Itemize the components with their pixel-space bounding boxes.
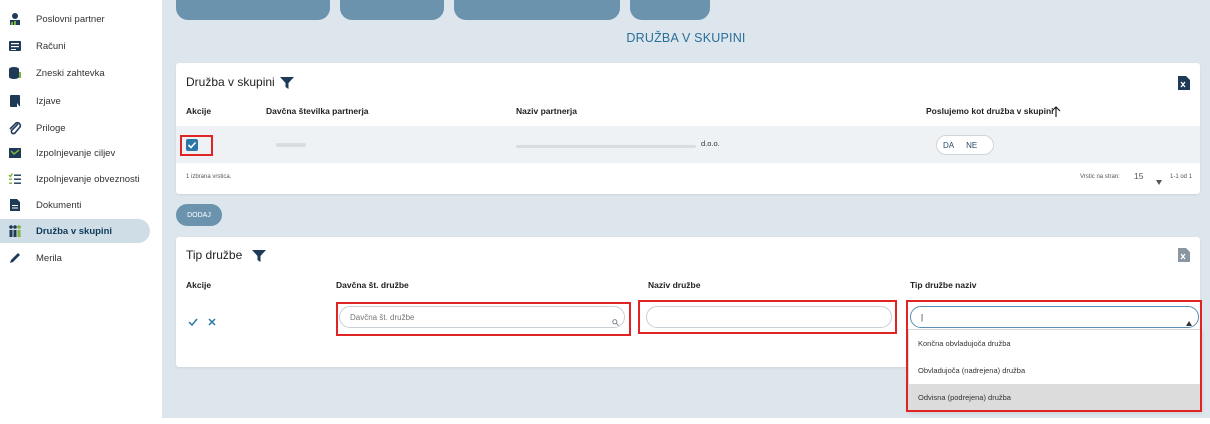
confirm-check-icon[interactable]	[188, 313, 198, 327]
highlight-box	[336, 302, 631, 336]
group-flag-toggle[interactable]: DA NE	[936, 135, 994, 155]
people-group-icon	[8, 224, 22, 238]
column-header-actions: Akcije	[186, 280, 212, 290]
sort-arrow-up-icon[interactable]	[1051, 105, 1061, 117]
file-icon	[8, 198, 22, 212]
sidebar-item-dokumenti[interactable]: Dokumenti	[0, 193, 150, 217]
partner-name-suffix: d.o.o.	[701, 139, 720, 148]
rows-per-page-label: Vrstic na stran:	[1080, 174, 1120, 180]
sidebar-item-label: Izjave	[36, 95, 61, 107]
sidebar-item-izpolnjevanje-obveznosti[interactable]: Izpolnjevanje obveznosti	[0, 167, 150, 191]
sidebar-item-label: Dokumenti	[36, 199, 82, 211]
highlight-box	[180, 135, 213, 156]
sidebar-item-zneski-zahtevka[interactable]: Zneski zahtevka	[0, 61, 150, 85]
column-header-actions: Akcije	[186, 106, 212, 116]
rows-per-page-select[interactable]: 15	[1134, 171, 1143, 181]
highlight-box	[906, 300, 1202, 412]
column-header-company-name[interactable]: Naziv družbe	[648, 280, 700, 290]
filter-icon[interactable]	[252, 249, 266, 262]
sidebar-item-druzba-v-skupini[interactable]: Družba v skupini	[0, 219, 150, 243]
document-icon	[8, 94, 22, 108]
column-header-tax-number[interactable]: Davčna št. družbe	[336, 280, 409, 290]
sidebar-item-label: Izpolnjevanje obveznosti	[36, 173, 140, 185]
chevron-down-icon[interactable]	[1156, 172, 1162, 185]
card-title: Tip družbe	[186, 248, 243, 262]
group-card: Družba v skupini Akcije Davčna številka …	[176, 63, 1200, 194]
column-header-partner-name[interactable]: Naziv partnerja	[516, 106, 577, 116]
column-header-type-name[interactable]: Tip družbe naziv	[910, 280, 976, 290]
list-icon	[8, 39, 22, 53]
highlight-box	[638, 300, 897, 334]
add-button[interactable]: DODAJ	[176, 204, 222, 226]
redacted-partner-name	[516, 145, 696, 148]
target-icon	[8, 146, 22, 160]
sidebar-item-merila[interactable]: Merila	[0, 246, 150, 270]
filter-icon[interactable]	[280, 76, 294, 89]
top-tab-button[interactable]	[454, 0, 620, 20]
top-tab-button[interactable]	[176, 0, 330, 20]
sidebar-item-label: Zneski zahtevka	[36, 67, 105, 79]
column-header-group-flag[interactable]: Poslujemo kot družba v skupini	[926, 106, 1054, 116]
paperclip-icon	[8, 121, 22, 135]
column-header-tax-number[interactable]: Davčna številka partnerja	[266, 106, 369, 116]
cancel-x-icon[interactable]	[208, 313, 216, 326]
checklist-icon	[8, 172, 22, 186]
pencil-icon	[8, 251, 22, 265]
person-chart-icon	[8, 12, 22, 26]
sidebar-item-poslovni-partner[interactable]: Poslovni partner	[0, 7, 150, 31]
sidebar-item-label: Merila	[36, 252, 62, 264]
redacted-tax-number	[276, 143, 306, 147]
sidebar-item-label: Družba v skupini	[36, 225, 113, 237]
card-title: Družba v skupini	[186, 75, 275, 89]
top-tab-button[interactable]	[630, 0, 710, 20]
toggle-option-no[interactable]: NE	[966, 141, 977, 150]
sidebar-item-label: Izpolnjevanje ciljev	[36, 147, 116, 159]
coins-icon	[8, 66, 22, 80]
sidebar-item-izpolnjevanje-ciljev[interactable]: Izpolnjevanje ciljev	[0, 141, 150, 165]
sidebar-item-racuni[interactable]: Računi	[0, 34, 150, 58]
excel-export-icon[interactable]	[1178, 76, 1190, 90]
top-tab-button[interactable]	[340, 0, 444, 20]
sidebar-item-izjave[interactable]: Izjave	[0, 89, 150, 113]
sidebar-item-priloge[interactable]: Priloge	[0, 116, 150, 140]
selected-count: 1 izbrana vrstica.	[186, 174, 232, 180]
sidebar-item-label: Računi	[36, 40, 66, 52]
sidebar-item-label: Poslovni partner	[36, 13, 105, 25]
pagination-range: 1-1 od 1	[1170, 174, 1193, 180]
table-row[interactable]: d.o.o. DA NE	[176, 126, 1200, 163]
sidebar-item-label: Priloge	[36, 122, 66, 134]
excel-export-icon[interactable]	[1178, 248, 1190, 262]
page-title: DRUŽBA V SKUPINI	[626, 31, 746, 45]
sidebar: Poslovni partner Računi Zneski zahtevka …	[0, 0, 160, 424]
toggle-option-yes[interactable]: DA	[943, 141, 954, 150]
